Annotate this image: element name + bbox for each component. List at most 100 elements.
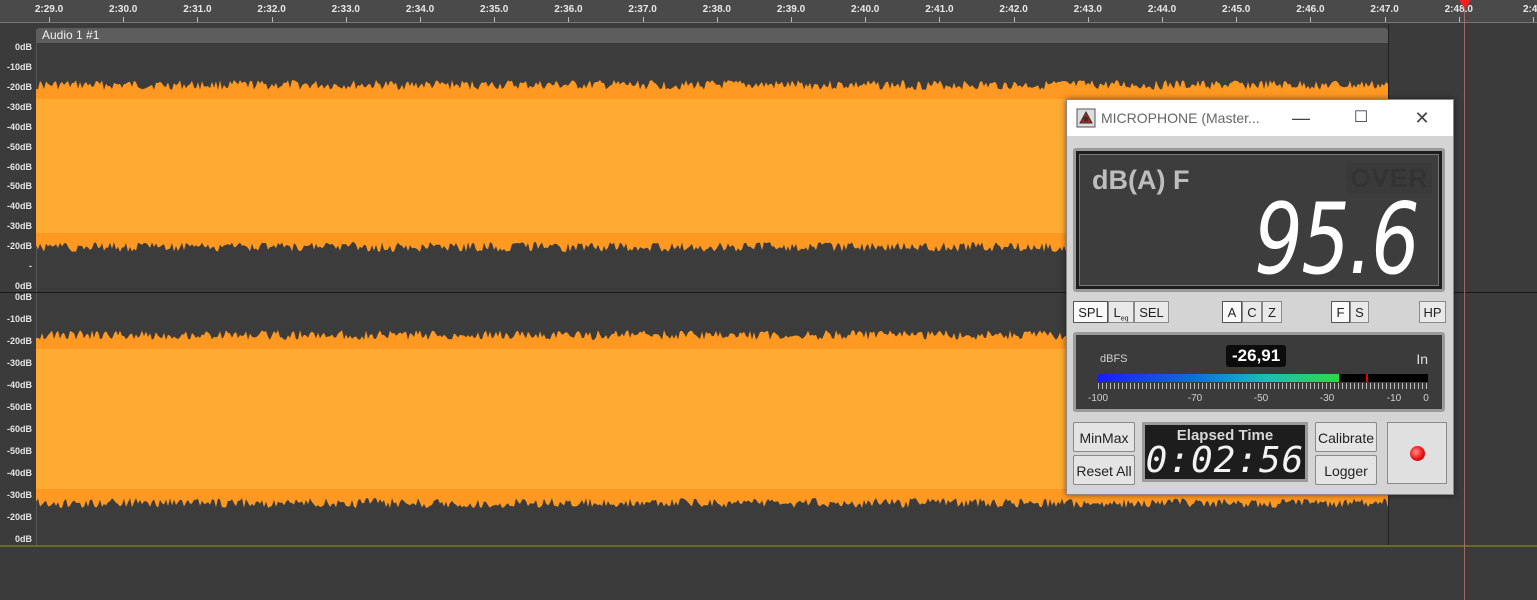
input-level-meter: dBFS -26,91 In -100 -70 -50 -30 -10 0 xyxy=(1073,332,1445,412)
db-scale-label: -10dB xyxy=(6,61,32,72)
ruler-tick-label: 2:38.0 xyxy=(702,4,731,15)
playhead-line[interactable] xyxy=(1464,0,1465,600)
c-weight-button[interactable]: C xyxy=(1242,301,1262,323)
app-icon xyxy=(1076,108,1096,128)
ruler-tick-label: 2:33.0 xyxy=(331,4,360,15)
ruler-tick xyxy=(1458,17,1460,22)
ruler-tick-label: 2:32.0 xyxy=(257,4,286,15)
ruler-tick xyxy=(1533,17,1534,22)
db-scale-label: -40dB xyxy=(6,201,32,212)
playhead-marker-icon[interactable] xyxy=(1459,0,1471,9)
db-scale-label: - xyxy=(29,261,32,272)
ruler-tick xyxy=(123,17,125,22)
hp-button[interactable]: HP xyxy=(1419,301,1446,323)
spl-button[interactable]: SPL xyxy=(1073,301,1108,323)
db-scale-label: -30dB xyxy=(6,490,32,500)
minmax-button[interactable]: MinMax xyxy=(1073,422,1135,452)
scale-label: -10 xyxy=(1386,393,1402,404)
ruler-tick xyxy=(197,17,199,22)
scale-label: 0 xyxy=(1423,393,1429,404)
level-scale-ticks xyxy=(1098,383,1428,389)
input-label: In xyxy=(1416,351,1428,367)
logger-button[interactable]: Logger xyxy=(1315,455,1377,485)
ruler-tick-label: 2:45.0 xyxy=(1222,4,1251,15)
ruler-tick-label: 2:47.0 xyxy=(1370,4,1399,15)
scale-label: -30 xyxy=(1319,393,1335,404)
db-scale-label: -20dB xyxy=(6,336,32,346)
record-button[interactable] xyxy=(1387,422,1447,484)
db-scale-label: -30dB xyxy=(6,101,32,112)
ruler-tick xyxy=(49,17,50,22)
ruler-tick-label: 2:30.0 xyxy=(109,4,138,15)
window-title: MICROPHONE (Master... xyxy=(1101,110,1260,126)
dbfs-value: -26,91 xyxy=(1226,345,1287,367)
ruler-tick-label: 2:31.0 xyxy=(183,4,212,15)
ruler-tick-label: 2:41.0 xyxy=(925,4,954,15)
ruler-tick xyxy=(1162,17,1163,22)
ruler-tick-label: 2:40.0 xyxy=(851,4,880,15)
sound-level-meter-window: MICROPHONE (Master... — ☐ ✕ dB(A) F OVER… xyxy=(1066,99,1454,495)
ruler-tick xyxy=(1087,17,1089,22)
close-icon[interactable]: ✕ xyxy=(1402,105,1442,131)
scale-label: -70 xyxy=(1187,393,1203,404)
ruler-tick-label: 2:43.0 xyxy=(1073,4,1102,15)
ruler-tick-label: 2:34.0 xyxy=(405,4,435,15)
db-scale-label: -40dB xyxy=(6,380,32,390)
scale-label: -50 xyxy=(1253,393,1269,404)
calibrate-button[interactable]: Calibrate xyxy=(1315,422,1377,452)
dbfs-label: dBFS xyxy=(1100,353,1128,365)
spl-reading: 95.6 xyxy=(1254,183,1420,297)
ruler-tick-label: 2:42.0 xyxy=(999,4,1028,15)
ruler-tick-label: 2:29.0 xyxy=(34,4,64,15)
track-name: Audio 1 #1 xyxy=(42,28,100,42)
fast-button[interactable]: F xyxy=(1331,301,1350,323)
db-scale-label: -30dB xyxy=(6,358,32,368)
window-titlebar[interactable]: MICROPHONE (Master... — ☐ ✕ xyxy=(1067,100,1453,136)
db-scale-label: 0dB xyxy=(14,42,32,52)
ruler-tick xyxy=(939,17,941,22)
db-scale-label: 0dB xyxy=(14,534,32,544)
db-scale-label: -10dB xyxy=(6,314,32,324)
a-weight-button[interactable]: A xyxy=(1222,301,1242,323)
weighting-label: dB(A) F xyxy=(1092,165,1190,195)
ruler-tick xyxy=(345,17,347,22)
db-scale-label: -50dB xyxy=(6,402,32,412)
ruler-tick-label: 2:37.0 xyxy=(628,4,657,15)
peak-marker xyxy=(1366,374,1368,382)
maximize-icon[interactable]: ☐ xyxy=(1341,105,1381,131)
db-scale-label: -40dB xyxy=(6,468,32,478)
db-scale-label: -50dB xyxy=(6,181,32,192)
minimize-icon[interactable]: — xyxy=(1281,105,1321,131)
db-scale-label: -20dB xyxy=(6,81,32,92)
db-scale-label: -60dB xyxy=(6,424,32,434)
ruler-tick xyxy=(1384,17,1386,22)
ruler-tick-label: 2:46.0 xyxy=(1296,4,1325,15)
db-scale-label: -20dB xyxy=(6,241,32,252)
ruler-tick-label: 2:49 xyxy=(1522,4,1537,15)
z-weight-button[interactable]: Z xyxy=(1262,301,1282,323)
track-bottom-border xyxy=(0,545,1537,547)
reset-all-button[interactable]: Reset All xyxy=(1073,455,1135,485)
ruler-tick xyxy=(420,17,421,22)
ruler-tick xyxy=(1310,17,1312,22)
ruler-tick xyxy=(1013,17,1015,22)
ruler-tick-label: 2:36.0 xyxy=(554,4,583,15)
scale-label: -100 xyxy=(1087,393,1109,404)
ruler-tick xyxy=(1236,17,1238,22)
ruler-tick xyxy=(791,17,792,22)
track-clip-header[interactable]: Audio 1 #1 xyxy=(36,28,1388,43)
elapsed-time-value: 0:02:56 xyxy=(1145,440,1305,481)
slow-button[interactable]: S xyxy=(1350,301,1369,323)
sel-button[interactable]: SEL xyxy=(1134,301,1169,323)
leq-button[interactable]: Leq xyxy=(1108,301,1134,323)
ruler-tick xyxy=(568,17,570,22)
ruler-tick xyxy=(716,17,718,22)
db-scale-label: 0dB xyxy=(14,281,32,291)
ruler-tick-label: 2:39.0 xyxy=(776,4,806,15)
main-display: dB(A) F OVER 95.6 xyxy=(1073,148,1445,297)
ruler-tick xyxy=(642,17,644,22)
timeline-ruler[interactable]: 2:29.0 2:30.0 2:31.0 2:32.0 2:33.0 2:34.0 2:35… xyxy=(0,0,1537,23)
db-scale-label: -50dB xyxy=(6,446,32,456)
ruler-tick xyxy=(494,17,496,22)
ruler-tick-label: 2:44.0 xyxy=(1147,4,1177,15)
